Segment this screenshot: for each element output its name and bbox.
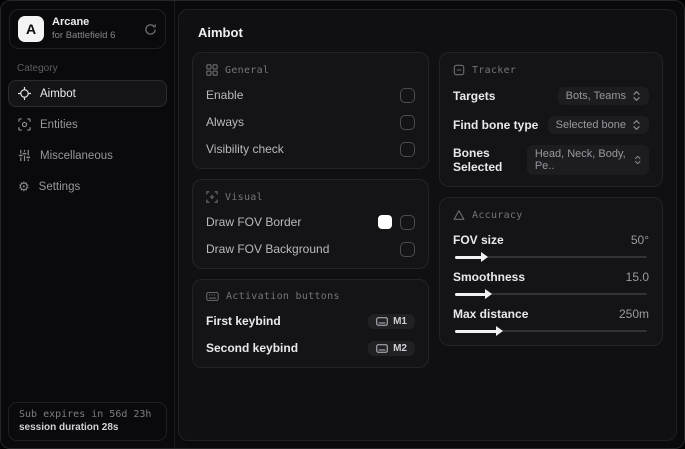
max-distance-slider-row: Max distance 250m <box>453 307 649 336</box>
dropdown-value: Head, Neck, Body, Pe.. <box>534 148 626 172</box>
card-title: Visual <box>225 191 263 203</box>
smoothness-slider-row: Smoothness 15.0 <box>453 270 649 299</box>
chevron-up-down-icon <box>634 155 641 165</box>
card-title: Tracker <box>472 64 517 76</box>
draw-fov-border-label: Draw FOV Border <box>206 215 302 229</box>
fov-size-slider[interactable] <box>455 252 647 262</box>
gear-icon: ⚙ <box>18 179 30 194</box>
find-bone-type-dropdown[interactable]: Selected bone <box>547 116 649 134</box>
visual-card: Visual Draw FOV Border Draw FOV Backgrou… <box>192 179 429 269</box>
targets-label: Targets <box>453 89 496 103</box>
sidebar-nav: Aimbot Entities Miscellaneous ⚙ Settings <box>1 80 174 200</box>
logo-card: A Arcane for Battlefield 6 <box>9 9 166 49</box>
app-subtitle: for Battlefield 6 <box>52 29 116 41</box>
dropdown-value: Selected bone <box>555 119 626 131</box>
keyboard-icon <box>376 316 388 326</box>
dropdown-value: Bots, Teams <box>565 90 626 102</box>
fov-size-slider-row: FOV size 50° <box>453 233 649 262</box>
visibility-check-label: Visibility check <box>206 142 284 156</box>
sidebar-item-label: Entities <box>40 118 78 131</box>
accuracy-card: Accuracy FOV size 50° Smoothness 15.0 Ma… <box>439 197 663 346</box>
card-title: General <box>225 64 270 76</box>
page-title: Aimbot <box>198 25 243 40</box>
visibility-check-checkbox[interactable] <box>400 141 415 157</box>
sidebar-item-settings[interactable]: ⚙ Settings <box>8 173 167 200</box>
slider-thumb[interactable] <box>496 326 504 336</box>
card-title: Accuracy <box>472 209 523 221</box>
slider-thumb[interactable] <box>484 289 492 299</box>
sliders-icon <box>18 149 31 162</box>
draw-fov-background-checkbox[interactable] <box>400 241 415 257</box>
refresh-icon[interactable] <box>144 23 157 36</box>
second-keybind-label: Second keybind <box>206 341 299 355</box>
sidebar-item-aimbot[interactable]: Aimbot <box>8 80 167 107</box>
enable-label: Enable <box>206 88 244 102</box>
chevron-up-down-icon <box>633 91 640 101</box>
fov-size-value: 50° <box>630 233 649 247</box>
triangle-icon <box>453 210 465 220</box>
crosshair-icon <box>18 87 31 100</box>
bones-selected-label: Bones Selected <box>453 146 503 174</box>
sidebar-item-miscellaneous[interactable]: Miscellaneous <box>8 142 167 169</box>
box-minus-icon <box>453 64 465 76</box>
slider-thumb[interactable] <box>480 252 488 262</box>
chevron-up-down-icon <box>633 120 640 130</box>
find-bone-type-label: Find bone type <box>453 118 539 132</box>
bones-selected-dropdown[interactable]: Head, Neck, Body, Pe.. <box>526 145 649 175</box>
card-title: Activation buttons <box>226 291 340 302</box>
keybind-value: M1 <box>393 315 407 327</box>
sidebar-item-label: Aimbot <box>40 87 76 100</box>
max-distance-slider[interactable] <box>455 326 647 336</box>
max-distance-value: 250m <box>618 307 649 321</box>
session-duration-text: session duration 28s <box>19 422 119 433</box>
sub-expiry-text: Sub expires in 56d 23h <box>19 409 152 420</box>
main-panel: Aimbot General Enable Always Visibility … <box>178 9 677 441</box>
second-keybind-button[interactable]: M2 <box>368 340 415 356</box>
draw-fov-background-label: Draw FOV Background <box>206 242 330 256</box>
keyboard-icon <box>206 291 219 302</box>
keyboard-icon <box>376 343 388 353</box>
fov-size-label: FOV size <box>453 233 504 247</box>
sidebar-item-label: Miscellaneous <box>40 149 113 162</box>
smoothness-label: Smoothness <box>453 270 526 284</box>
smoothness-slider[interactable] <box>455 289 647 299</box>
sidebar: A Arcane for Battlefield 6 Category Aimb… <box>1 1 175 448</box>
sidebar-item-entities[interactable]: Entities <box>8 111 167 138</box>
activation-buttons-card: Activation buttons First keybind M1 Seco… <box>192 279 429 368</box>
smoothness-value: 15.0 <box>625 270 649 284</box>
max-distance-label: Max distance <box>453 307 529 321</box>
enable-checkbox[interactable] <box>400 87 415 103</box>
focus-plus-icon <box>206 191 218 203</box>
always-checkbox[interactable] <box>400 114 415 130</box>
app-window: A Arcane for Battlefield 6 Category Aimb… <box>0 0 685 449</box>
app-logo: A <box>18 16 44 42</box>
subscription-info: Sub expires in 56d 23h session duration … <box>8 402 167 441</box>
grid-icon <box>206 64 218 76</box>
fov-border-color-swatch[interactable] <box>378 215 392 229</box>
app-title: Arcane <box>52 16 90 29</box>
general-card: General Enable Always Visibility check <box>192 52 429 169</box>
tracker-card: Tracker Targets Bots, Teams Find bone ty… <box>439 52 663 187</box>
targets-dropdown[interactable]: Bots, Teams <box>557 87 649 105</box>
sidebar-item-label: Settings <box>38 180 81 193</box>
scan-icon <box>18 118 31 131</box>
first-keybind-label: First keybind <box>206 314 281 328</box>
draw-fov-border-checkbox[interactable] <box>400 214 415 230</box>
keybind-value: M2 <box>393 342 407 354</box>
category-label: Category <box>17 63 58 74</box>
always-label: Always <box>206 115 245 129</box>
first-keybind-button[interactable]: M1 <box>368 313 415 329</box>
